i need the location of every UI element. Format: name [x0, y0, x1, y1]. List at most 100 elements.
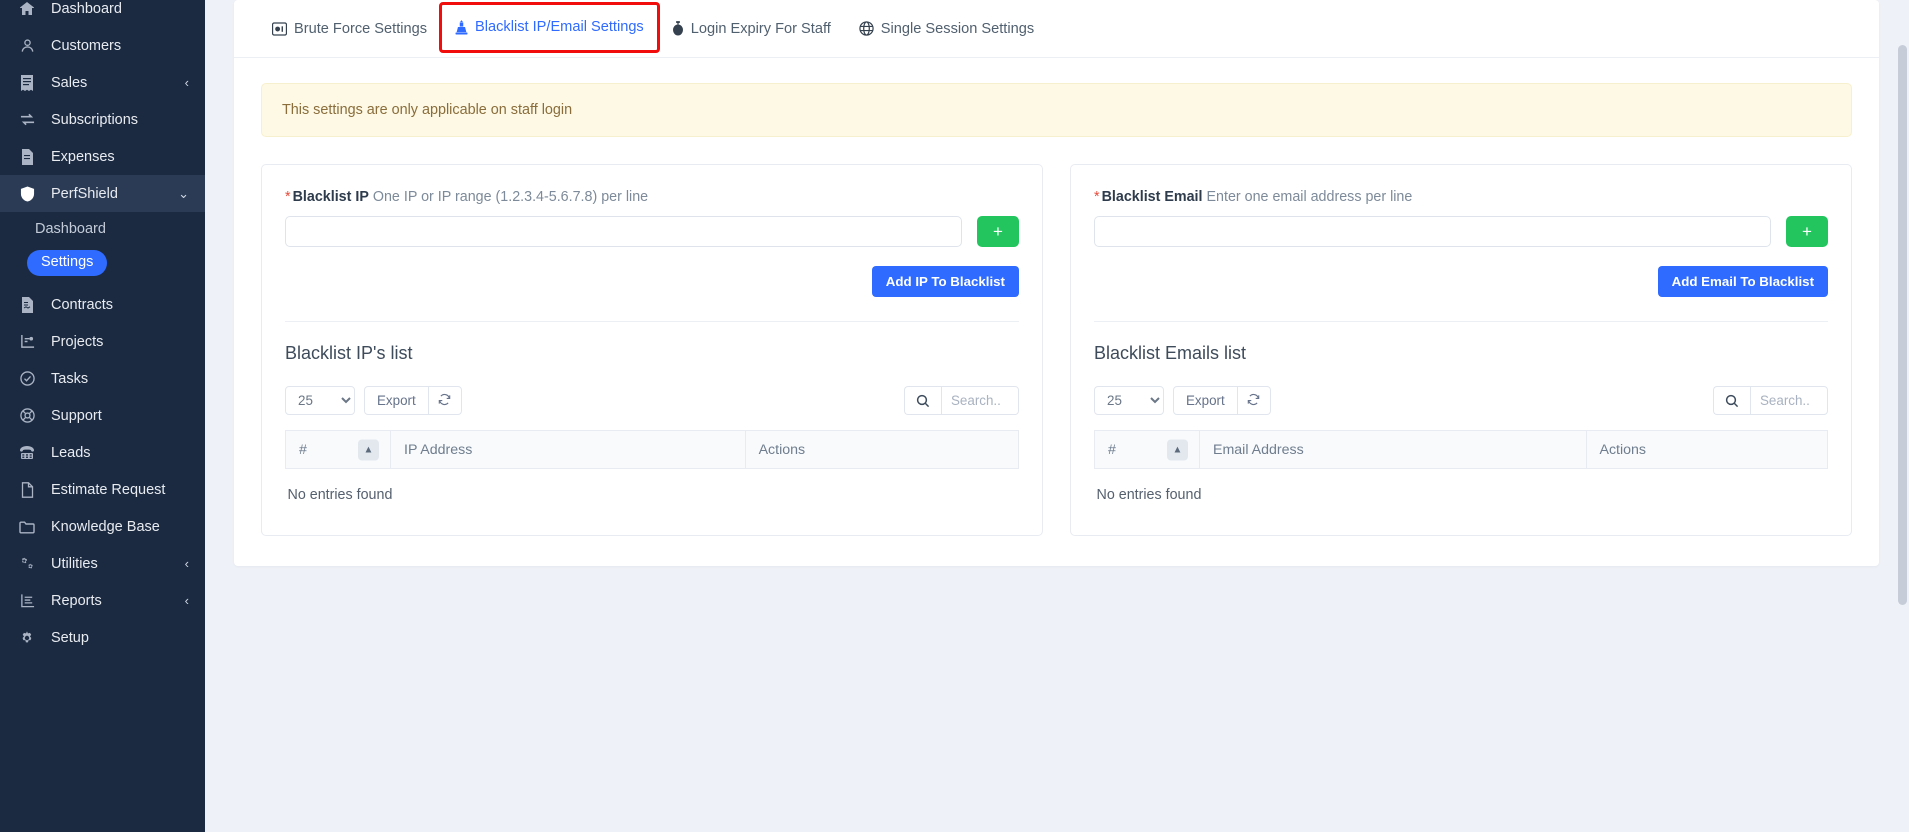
ip-empty-row: No entries found: [286, 469, 1019, 514]
contract-icon: [16, 295, 38, 315]
sidebar-item-customers[interactable]: Customers: [0, 27, 205, 64]
column-label: #: [1108, 441, 1116, 458]
blacklist-email-table: # ▲ Email Address Actions No entries fou…: [1094, 430, 1828, 513]
required-asterisk: *: [285, 189, 291, 205]
email-col-index[interactable]: # ▲: [1094, 430, 1200, 469]
field-title: Blacklist Email: [1101, 189, 1203, 205]
blacklist-icon: [455, 19, 468, 35]
sidebar-item-label: Projects: [51, 333, 104, 350]
search-icon[interactable]: [1713, 386, 1750, 415]
email-col-actions[interactable]: Actions: [1586, 430, 1828, 469]
ip-col-index[interactable]: # ▲: [285, 430, 391, 469]
sidebar-item-label: Leads: [51, 444, 91, 461]
table-header-row: # ▲ IP Address Actions: [285, 430, 1020, 469]
blacklist-email-submit-row: Add Email To Blacklist: [1094, 266, 1828, 297]
email-col-email-address[interactable]: Email Address: [1199, 430, 1587, 469]
sidebar-item-label: Sales: [51, 74, 88, 91]
field-hint: Enter one email address per line: [1206, 189, 1413, 205]
sidebar-item-sales[interactable]: Sales ‹: [0, 64, 205, 101]
sidebar-nav-list: Dashboard Customers Sales ‹ Subscription…: [0, 0, 205, 656]
table-body: No entries found: [286, 469, 1019, 514]
column-label: #: [299, 441, 307, 458]
home-icon: [16, 0, 38, 19]
add-email-to-blacklist-button[interactable]: Add Email To Blacklist: [1657, 266, 1828, 297]
toolbar-left-group: 25 Export: [1094, 386, 1271, 415]
column-label: IP Address: [404, 441, 473, 458]
gear-icon: [16, 628, 38, 648]
tab-login-expiry-for-staff[interactable]: Login Expiry For Staff: [658, 0, 845, 58]
tab-brute-force-settings[interactable]: Brute Force Settings: [258, 0, 441, 58]
page-scrollbar[interactable]: [1896, 0, 1909, 832]
sidebar-item-utilities[interactable]: Utilities ‹: [0, 545, 205, 582]
sidebar-item-tasks[interactable]: Tasks: [0, 360, 205, 397]
sidebar-subitem-dashboard[interactable]: Dashboard: [0, 212, 205, 246]
sidebar-subitem-settings[interactable]: Settings: [0, 246, 205, 280]
sort-ascending-icon[interactable]: ▲: [358, 439, 379, 460]
sidebar-item-knowledge-base[interactable]: Knowledge Base: [0, 508, 205, 545]
lifebuoy-icon: [16, 406, 38, 426]
sidebar-subitem-label: Settings: [27, 250, 108, 276]
check-circle-icon: [16, 369, 38, 389]
sidebar-item-projects[interactable]: Projects: [0, 323, 205, 360]
ip-empty-text: No entries found: [287, 487, 393, 503]
sidebar-item-subscriptions[interactable]: Subscriptions: [0, 101, 205, 138]
sort-ascending-icon[interactable]: ▲: [1167, 439, 1188, 460]
add-email-row-button[interactable]: +: [1786, 216, 1828, 247]
main-content: Brute Force Settings Blacklist IP/Email …: [205, 0, 1909, 832]
field-hint: One IP or IP range (1.2.3.4-5.6.7.8) per…: [372, 189, 649, 205]
stopwatch-icon: [672, 21, 684, 36]
ip-refresh-button[interactable]: [428, 386, 462, 415]
sidebar-item-label: Customers: [51, 37, 122, 54]
email-search-input[interactable]: [1750, 386, 1828, 415]
sidebar-item-dashboard[interactable]: Dashboard: [0, 0, 205, 27]
sidebar-item-leads[interactable]: Leads: [0, 434, 205, 471]
sidebar-item-setup[interactable]: Setup: [0, 619, 205, 656]
blacklist-email-field-label: * Blacklist Email Enter one email address…: [1094, 189, 1828, 205]
folder-icon: [16, 517, 38, 537]
ip-col-ip-address[interactable]: IP Address: [390, 430, 746, 469]
tab-blacklist-ip-email-settings[interactable]: Blacklist IP/Email Settings: [439, 1, 660, 53]
email-refresh-button[interactable]: [1237, 386, 1271, 415]
search-icon[interactable]: [904, 386, 941, 415]
chevron-left-icon[interactable]: ‹: [185, 557, 189, 570]
sidebar-item-support[interactable]: Support: [0, 397, 205, 434]
sidebar-item-reports[interactable]: Reports ‹: [0, 582, 205, 619]
blacklist-email-input[interactable]: [1094, 216, 1771, 247]
chevron-down-icon[interactable]: ⌄: [178, 187, 189, 200]
sidebar-item-label: Setup: [51, 629, 89, 646]
blacklist-email-panel: * Blacklist Email Enter one email address…: [1070, 164, 1852, 536]
sidebar-item-label: Tasks: [51, 370, 89, 387]
sidebar-item-label: PerfShield: [51, 185, 118, 202]
blacklist-ip-input[interactable]: [285, 216, 962, 247]
divider: [1094, 321, 1828, 322]
settings-tabs: Brute Force Settings Blacklist IP/Email …: [234, 0, 1879, 58]
receipt-icon: [16, 73, 38, 93]
chevron-left-icon[interactable]: ‹: [185, 76, 189, 89]
gears-icon: [16, 554, 38, 574]
required-asterisk: *: [1094, 189, 1100, 205]
email-export-button[interactable]: Export: [1173, 386, 1238, 415]
scrollbar-thumb[interactable]: [1898, 45, 1907, 605]
blacklist-ip-list-title: Blacklist IP's list: [285, 343, 413, 363]
sidebar-item-expenses[interactable]: Expenses: [0, 138, 205, 175]
blacklist-ip-field-label: * Blacklist IP One IP or IP range (1.2.3.…: [285, 189, 1019, 205]
sidebar-item-label: Reports: [51, 592, 102, 609]
sidebar-item-estimate-request[interactable]: Estimate Request: [0, 471, 205, 508]
tab-single-session-settings[interactable]: Single Session Settings: [845, 0, 1048, 58]
ip-search-input[interactable]: [941, 386, 1019, 415]
staff-login-notice: This settings are only applicable on sta…: [261, 83, 1852, 137]
tab-label: Single Session Settings: [880, 20, 1035, 37]
sidebar-item-contracts[interactable]: Contracts: [0, 286, 205, 323]
blacklist-ip-panel: * Blacklist IP One IP or IP range (1.2.3.…: [261, 164, 1043, 536]
add-ip-row-button[interactable]: +: [977, 216, 1019, 247]
email-page-length-select[interactable]: 25: [1094, 386, 1164, 415]
file-icon: [16, 480, 38, 500]
add-ip-to-blacklist-button[interactable]: Add IP To Blacklist: [871, 266, 1019, 297]
chevron-left-icon[interactable]: ‹: [185, 594, 189, 607]
ip-page-length-select[interactable]: 25: [285, 386, 355, 415]
sidebar-item-perfshield[interactable]: PerfShield ⌄: [0, 175, 205, 212]
ip-export-button[interactable]: Export: [364, 386, 429, 415]
sidebar-item-label: Contracts: [51, 296, 114, 313]
app-root: Dashboard Customers Sales ‹ Subscription…: [0, 0, 1909, 832]
ip-col-actions[interactable]: Actions: [745, 430, 1020, 469]
